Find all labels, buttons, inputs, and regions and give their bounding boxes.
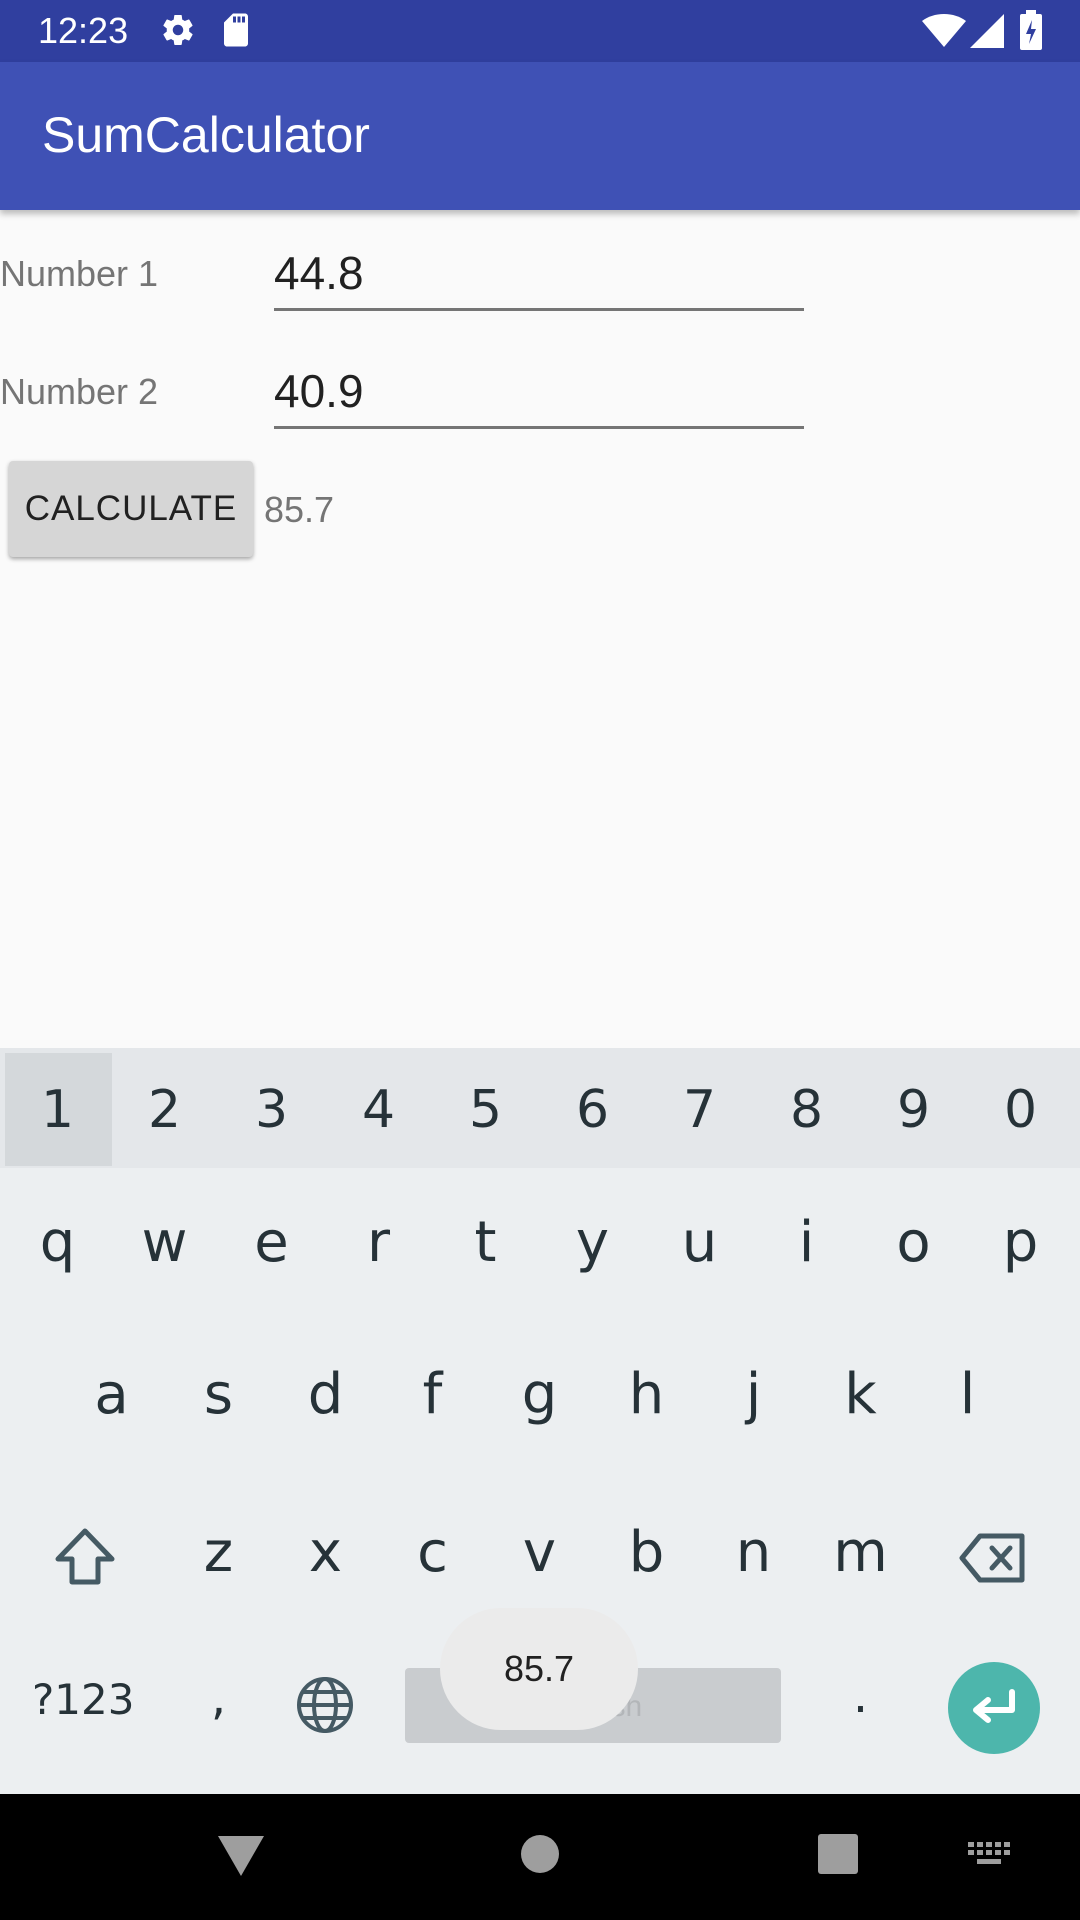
globe-icon[interactable] (295, 1675, 355, 1740)
toast-text: 85.7 (503, 1648, 575, 1689)
key-v[interactable]: v (486, 1520, 593, 1585)
backspace-icon[interactable] (958, 1532, 1028, 1589)
key-p[interactable]: p (967, 1210, 1074, 1275)
status-bar: 12:23 (0, 0, 1080, 62)
result-text: 85.7 (264, 489, 335, 530)
app-title: SumCalculator (42, 107, 370, 163)
key-k[interactable]: k (807, 1362, 914, 1427)
status-time: 12:23 (38, 10, 129, 51)
keyboard-switch-icon[interactable] (968, 1842, 1012, 1873)
key-0[interactable]: 0 (967, 1080, 1074, 1140)
key-4[interactable]: 4 (325, 1080, 432, 1140)
key-8[interactable]: 8 (753, 1080, 860, 1140)
battery-icon (1020, 10, 1042, 55)
key-z[interactable]: z (165, 1520, 272, 1585)
key-n[interactable]: n (700, 1520, 807, 1585)
key-q[interactable]: q (4, 1210, 111, 1275)
cell-signal-icon (970, 14, 1004, 53)
key-c[interactable]: c (379, 1520, 486, 1585)
key-b[interactable]: b (593, 1520, 700, 1585)
key-s[interactable]: s (165, 1362, 272, 1427)
key-o[interactable]: o (860, 1210, 967, 1275)
key-period[interactable]: . (807, 1668, 914, 1724)
number1-input[interactable] (274, 238, 804, 308)
number-row: 1 2 3 4 5 6 7 8 9 0 (0, 1048, 1080, 1168)
number2-label: Number 2 (0, 371, 159, 412)
enter-key[interactable] (948, 1662, 1040, 1754)
key-g[interactable]: g (486, 1362, 593, 1427)
key-h[interactable]: h (593, 1362, 700, 1427)
number2-field-container (274, 356, 804, 429)
key-j[interactable]: j (700, 1362, 807, 1427)
key-f[interactable]: f (379, 1362, 486, 1427)
key-w[interactable]: w (111, 1210, 218, 1275)
shift-icon[interactable] (52, 1526, 118, 1593)
key-7[interactable]: 7 (646, 1080, 753, 1140)
key-x[interactable]: x (272, 1520, 379, 1585)
back-nav-icon[interactable] (218, 1836, 264, 1881)
app-bar: SumCalculator (0, 62, 1080, 210)
wifi-icon (922, 14, 966, 53)
sd-card-icon (220, 12, 252, 53)
key-e[interactable]: e (218, 1210, 325, 1275)
number2-input[interactable] (274, 356, 804, 426)
key-m[interactable]: m (807, 1520, 914, 1585)
key-t[interactable]: t (432, 1210, 539, 1275)
calculate-button[interactable]: CALCULATE (9, 461, 253, 557)
settings-icon (160, 12, 196, 53)
key-a[interactable]: a (58, 1362, 165, 1427)
key-i[interactable]: i (753, 1210, 860, 1275)
key-6[interactable]: 6 (539, 1080, 646, 1140)
key-1[interactable]: 1 (4, 1080, 111, 1140)
key-3[interactable]: 3 (218, 1080, 325, 1140)
home-nav-icon[interactable] (520, 1834, 560, 1879)
key-l[interactable]: l (914, 1362, 1021, 1427)
enter-icon (973, 1689, 1015, 1723)
navigation-bar (0, 1794, 1080, 1920)
key-u[interactable]: u (646, 1210, 753, 1275)
key-comma[interactable]: , (165, 1670, 272, 1726)
key-5[interactable]: 5 (432, 1080, 539, 1140)
number1-field-container (274, 238, 804, 311)
number1-label: Number 1 (0, 253, 159, 294)
key-9[interactable]: 9 (860, 1080, 967, 1140)
key-2[interactable]: 2 (111, 1080, 218, 1140)
symbols-key[interactable]: ?123 (32, 1675, 134, 1724)
key-r[interactable]: r (325, 1210, 432, 1275)
recents-nav-icon[interactable] (818, 1834, 858, 1879)
key-d[interactable]: d (272, 1362, 379, 1427)
key-y[interactable]: y (539, 1210, 646, 1275)
